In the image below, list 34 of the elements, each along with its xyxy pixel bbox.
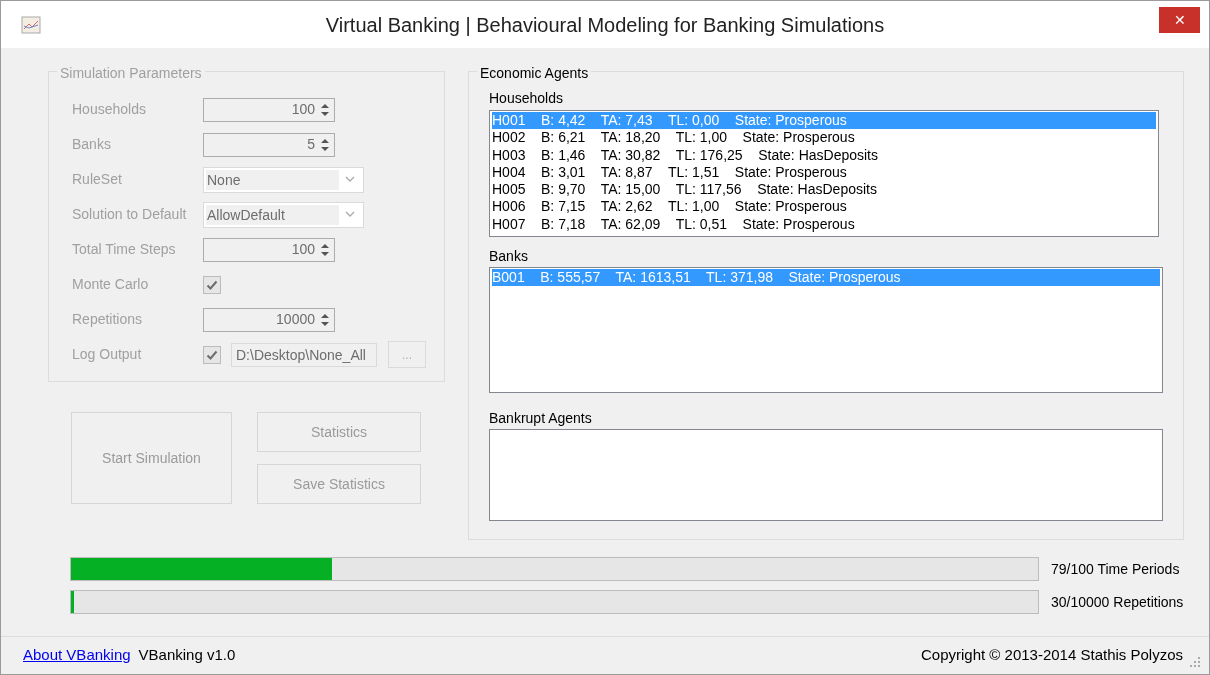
list-item[interactable]: H002 B: 6,21 TA: 18,20 TL: 1,00 State: Prosperous (492, 129, 1156, 147)
chevron-down-icon (345, 176, 355, 183)
list-box[interactable]: B001 B: 555,57 TA: 1613,51 TL: 371,98 State: Prosperous (489, 267, 1163, 393)
app-icon (21, 15, 41, 34)
close-button[interactable]: ✕ (1159, 7, 1200, 33)
parameter-label: Monte Carlo (72, 275, 150, 294)
version-label: VBanking v1.0 (138, 645, 236, 666)
list-title: Banks (489, 247, 529, 266)
list-item[interactable]: H005 B: 9,70 TA: 15,00 TL: 117,56 State: HasDeposits (492, 181, 1156, 199)
window-title: Virtual Banking | Behavioural Modeling for Banking Simulations (325, 12, 885, 38)
list-item[interactable]: H006 B: 7,15 TA: 2,62 TL: 1,00 State: Prosperous (492, 198, 1156, 216)
list-item[interactable]: H001 B: 4,42 TA: 7,43 TL: 0,00 State: Prosperous (492, 112, 1156, 130)
list-item[interactable]: B001 B: 555,57 TA: 1613,51 TL: 371,98 State: Prosperous (492, 269, 1160, 287)
list-item[interactable]: H007 B: 7,18 TA: 62,09 TL: 0,51 State: Prosperous (492, 215, 1156, 234)
list-item[interactable]: H004 B: 3,01 TA: 8,87 TL: 1,51 State: Prosperous (492, 163, 1156, 182)
parameter-label: Total Time Steps (72, 240, 177, 259)
resize-grip-icon (1189, 656, 1201, 668)
parameter-label: Repetitions (72, 310, 144, 329)
progress-reading: 30/10000 Repetitions (1051, 592, 1184, 612)
list-title: Households (489, 89, 564, 108)
about-link[interactable]: About VBanking (23, 644, 131, 667)
parameter-label: Households (72, 100, 147, 119)
parameter-label: Banks (72, 135, 112, 154)
check-icon (206, 348, 218, 361)
check-icon (206, 278, 218, 291)
parameter-label: Log Output (72, 345, 143, 364)
copyright-label: Copyright © 2013-2014 Stathis Polyzos (920, 645, 1183, 666)
list-item[interactable]: H003 B: 1,46 TA: 30,82 TL: 176,25 State: HasDeposits (492, 146, 1156, 164)
list-box[interactable] (489, 110, 1159, 237)
list-title: Bankrupt Agents (489, 409, 593, 428)
chevron-down-icon (345, 211, 355, 218)
progress-reading: 79/100 Time Periods (1051, 559, 1180, 579)
parameter-label: Solution to Default (72, 205, 188, 224)
parameter-label: RuleSet (72, 170, 123, 189)
